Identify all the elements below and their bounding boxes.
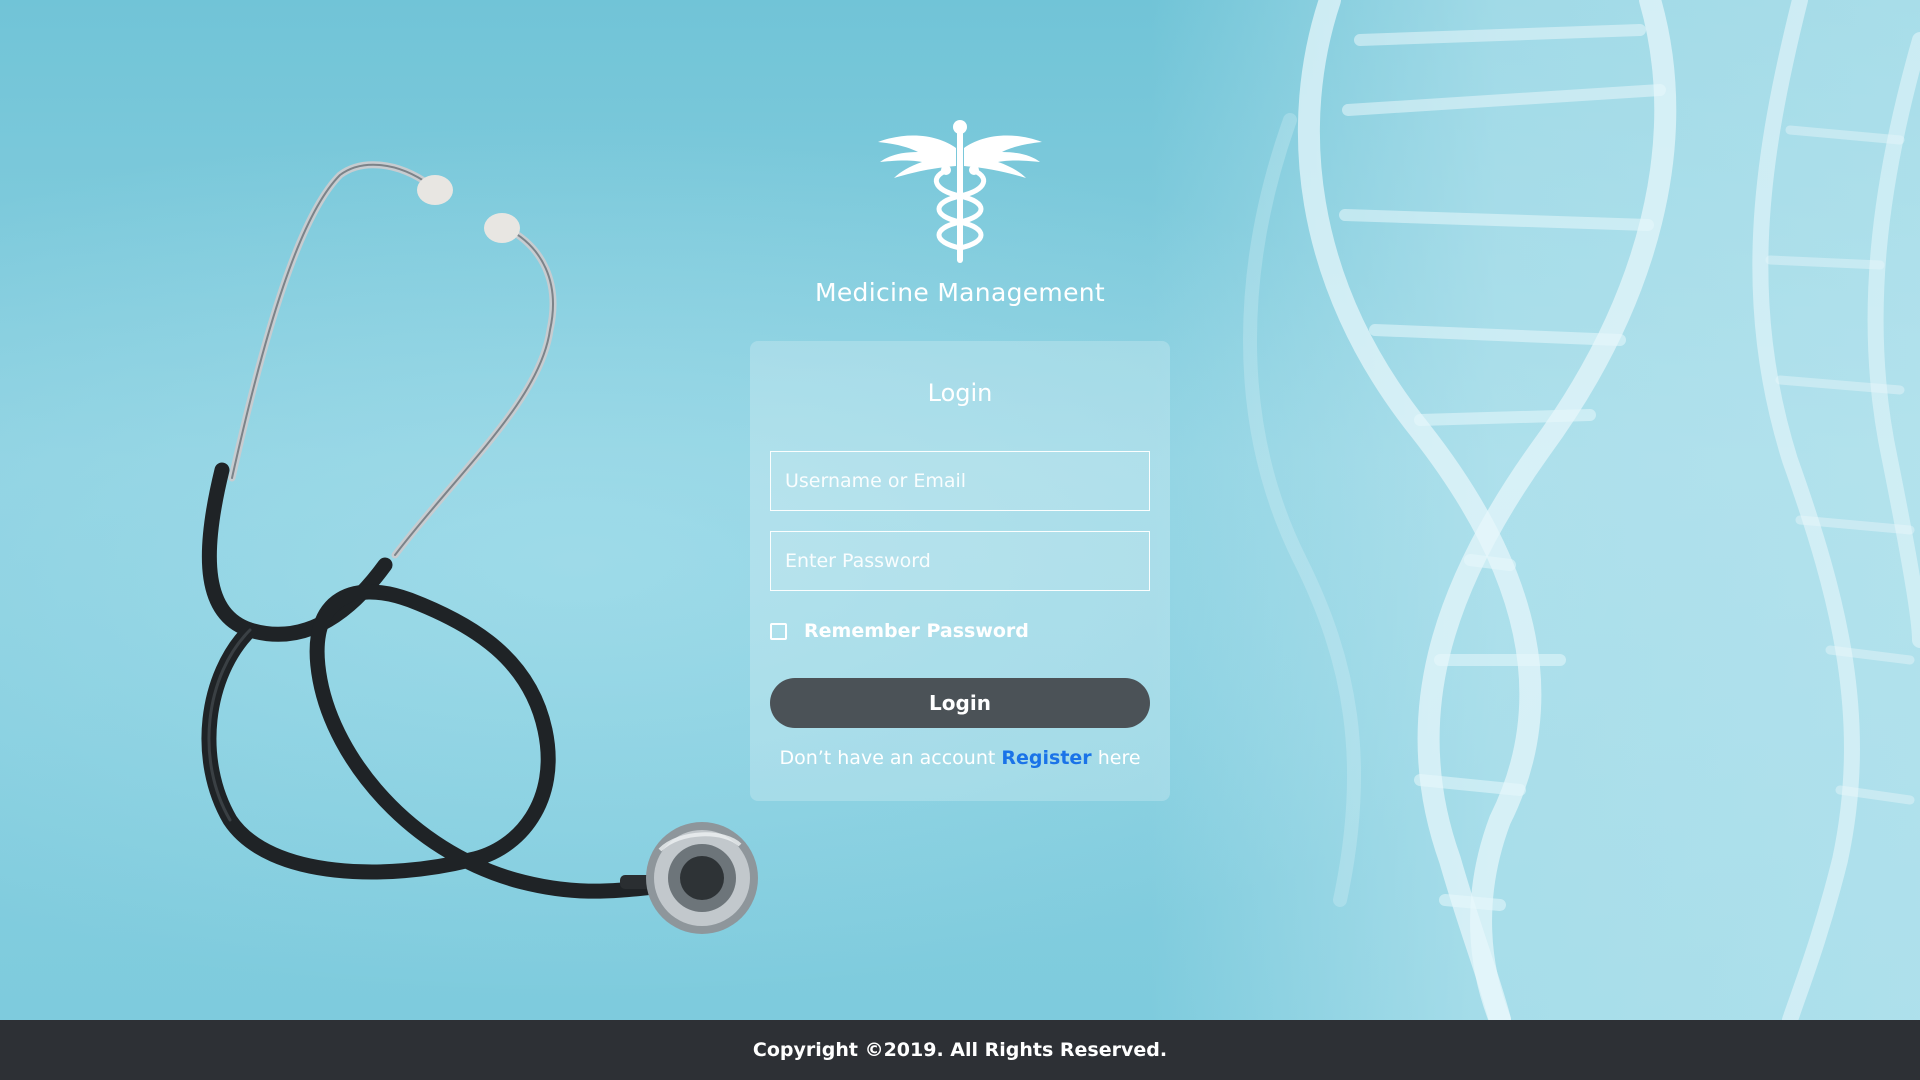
login-heading: Login <box>927 379 993 407</box>
login-page: Medicine Management Login Remember Passw… <box>0 0 1920 1080</box>
login-card: Login Remember Password Login Don’t have… <box>750 341 1170 801</box>
login-button[interactable]: Login <box>770 678 1150 728</box>
register-prompt: Don’t have an account Register here <box>750 747 1170 769</box>
footer: Copyright ©2019. All Rights Reserved. <box>0 1020 1920 1080</box>
caduceus-icon <box>878 120 1042 263</box>
remember-password-checkbox[interactable] <box>770 622 787 640</box>
register-link[interactable]: Register <box>1001 747 1091 769</box>
copyright-text: Copyright ©2019. All Rights Reserved. <box>752 1039 1168 1061</box>
remember-password-option[interactable]: Remember Password <box>770 620 1029 642</box>
register-prefix-text: Don’t have an account <box>779 747 996 769</box>
remember-password-label: Remember Password <box>804 620 1029 642</box>
brand-header: Medicine Management <box>760 118 1160 307</box>
app-title: Medicine Management <box>814 278 1105 307</box>
register-suffix-text: here <box>1097 747 1141 769</box>
username-input[interactable] <box>770 451 1150 511</box>
password-input[interactable] <box>770 531 1150 591</box>
